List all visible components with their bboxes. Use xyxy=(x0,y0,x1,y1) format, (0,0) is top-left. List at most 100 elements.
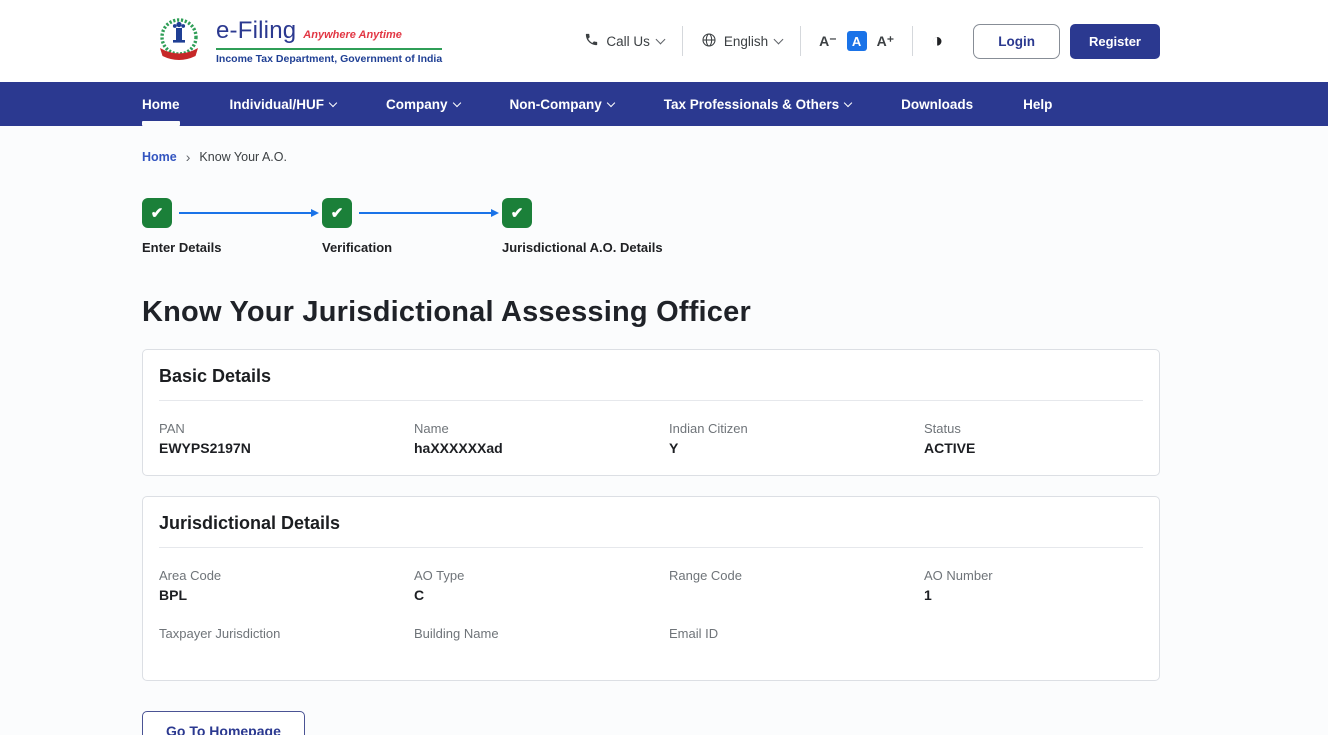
field-ao-type: AO Type C xyxy=(414,568,669,604)
breadcrumb-current: Know Your A.O. xyxy=(199,150,287,164)
header-divider xyxy=(800,26,801,56)
card-title: Basic Details xyxy=(159,366,1143,400)
field-value xyxy=(159,645,414,662)
nav-item-tax-professionals[interactable]: Tax Professionals & Others xyxy=(664,82,851,126)
top-header: e-Filing Anywhere Anytime Income Tax Dep… xyxy=(0,0,1328,82)
basic-details-card: Basic Details PAN EWYPS2197N Name haXXXX… xyxy=(142,349,1160,476)
check-icon: ✔ xyxy=(322,198,352,228)
card-title: Jurisdictional Details xyxy=(159,513,1143,547)
card-divider xyxy=(159,547,1143,548)
breadcrumb: Home › Know Your A.O. xyxy=(142,150,1328,164)
call-us-menu[interactable]: Call Us xyxy=(584,32,664,50)
brand-tagline: Anywhere Anytime xyxy=(303,29,402,41)
field-label: Taxpayer Jurisdiction xyxy=(159,626,414,641)
font-decrease-button[interactable]: A⁻ xyxy=(819,33,837,50)
field-value: Y xyxy=(669,440,924,457)
chevron-down-icon xyxy=(329,98,337,106)
field-ao-number: AO Number 1 xyxy=(924,568,1143,604)
chevron-down-icon xyxy=(452,98,460,106)
department-name: Income Tax Department, Government of Ind… xyxy=(216,53,442,65)
nav-item-downloads[interactable]: Downloads xyxy=(901,82,973,126)
card-divider xyxy=(159,400,1143,401)
jurisdictional-details-card: Jurisdictional Details Area Code BPL AO … xyxy=(142,496,1160,681)
field-value: EWYPS2197N xyxy=(159,440,414,457)
call-us-label: Call Us xyxy=(606,34,650,49)
main-navbar: Home Individual/HUF Company Non-Company … xyxy=(0,82,1328,126)
field-label: Area Code xyxy=(159,568,414,583)
field-value: C xyxy=(414,587,669,604)
field-label: PAN xyxy=(159,421,414,436)
field-status: Status ACTIVE xyxy=(924,421,1143,457)
field-value: haXXXXXXad xyxy=(414,440,669,457)
breadcrumb-separator-icon: › xyxy=(186,150,191,164)
field-label: Building Name xyxy=(414,626,669,641)
login-button[interactable]: Login xyxy=(973,24,1060,59)
field-value xyxy=(669,645,924,662)
basic-details-fields: PAN EWYPS2197N Name haXXXXXXad Indian Ci… xyxy=(159,421,1143,457)
field-indian-citizen: Indian Citizen Y xyxy=(669,421,924,457)
field-email-id: Email ID xyxy=(669,626,924,662)
nav-item-individual-huf[interactable]: Individual/HUF xyxy=(230,82,337,126)
progress-stepper: ✔ Enter Details ✔ Verification ✔ Jurisdi… xyxy=(142,198,862,270)
step-jurisdictional-ao-details: ✔ Jurisdictional A.O. Details xyxy=(502,198,663,255)
main-content: Home › Know Your A.O. ✔ Enter Details ✔ … xyxy=(0,150,1328,735)
globe-icon xyxy=(701,32,717,51)
field-building-name: Building Name xyxy=(414,626,669,662)
nav-item-home[interactable]: Home xyxy=(142,82,180,126)
field-label: AO Number xyxy=(924,568,1143,583)
header-divider xyxy=(912,26,913,56)
status-badge: ACTIVE xyxy=(924,440,1143,457)
check-icon: ✔ xyxy=(502,198,532,228)
field-label: Name xyxy=(414,421,669,436)
nav-label: Individual/HUF xyxy=(230,97,325,112)
step-label: Verification xyxy=(322,240,392,255)
brand-name: e-Filing xyxy=(216,17,296,45)
efiling-logo: e-Filing Anywhere Anytime Income Tax Dep… xyxy=(152,12,442,71)
register-button[interactable]: Register xyxy=(1070,24,1160,59)
nav-item-help[interactable]: Help xyxy=(1023,82,1052,126)
check-icon: ✔ xyxy=(142,198,172,228)
field-name: Name haXXXXXXad xyxy=(414,421,669,457)
field-label: Indian Citizen xyxy=(669,421,924,436)
font-normal-button[interactable]: A xyxy=(847,31,867,51)
header-divider xyxy=(682,26,683,56)
step-label: Jurisdictional A.O. Details xyxy=(502,240,663,255)
contrast-toggle-icon[interactable]: ◑ xyxy=(931,31,943,51)
nav-item-company[interactable]: Company xyxy=(386,82,460,126)
nav-label: Downloads xyxy=(901,97,973,112)
nav-label: Home xyxy=(142,97,180,112)
chevron-down-icon xyxy=(655,34,665,44)
nav-label: Tax Professionals & Others xyxy=(664,97,839,112)
field-value: 1 xyxy=(924,587,1143,604)
chevron-down-icon xyxy=(607,98,615,106)
step-verification: ✔ Verification xyxy=(322,198,392,255)
nav-label: Non-Company xyxy=(510,97,602,112)
language-label: English xyxy=(724,34,768,49)
font-size-controls: A⁻ A A⁺ xyxy=(819,31,894,51)
jurisdictional-fields-row1: Area Code BPL AO Type C Range Code AO Nu… xyxy=(159,568,1143,604)
income-tax-emblem-icon xyxy=(152,12,206,71)
field-value xyxy=(414,645,669,662)
field-taxpayer-jurisdiction: Taxpayer Jurisdiction xyxy=(159,626,414,662)
field-value xyxy=(669,587,924,604)
field-value: BPL xyxy=(159,587,414,604)
breadcrumb-home-link[interactable]: Home xyxy=(142,150,177,164)
language-menu[interactable]: English xyxy=(701,32,782,51)
logo-text: e-Filing Anywhere Anytime Income Tax Dep… xyxy=(216,17,442,65)
field-label: Range Code xyxy=(669,568,924,583)
nav-item-non-company[interactable]: Non-Company xyxy=(510,82,614,126)
page: e-Filing Anywhere Anytime Income Tax Dep… xyxy=(0,0,1328,735)
field-label: Status xyxy=(924,421,1143,436)
page-title: Know Your Jurisdictional Assessing Offic… xyxy=(142,296,1328,329)
field-empty xyxy=(924,626,1143,662)
field-label: Email ID xyxy=(669,626,924,641)
phone-icon xyxy=(584,32,599,50)
header-actions: Call Us English A⁻ A A⁺ xyxy=(584,24,1160,59)
go-to-homepage-button[interactable]: Go To Homepage xyxy=(142,711,305,735)
font-increase-button[interactable]: A⁺ xyxy=(877,33,895,50)
field-pan: PAN EWYPS2197N xyxy=(159,421,414,457)
chevron-down-icon xyxy=(844,98,852,106)
nav-label: Help xyxy=(1023,97,1052,112)
nav-label: Company xyxy=(386,97,448,112)
field-label: AO Type xyxy=(414,568,669,583)
